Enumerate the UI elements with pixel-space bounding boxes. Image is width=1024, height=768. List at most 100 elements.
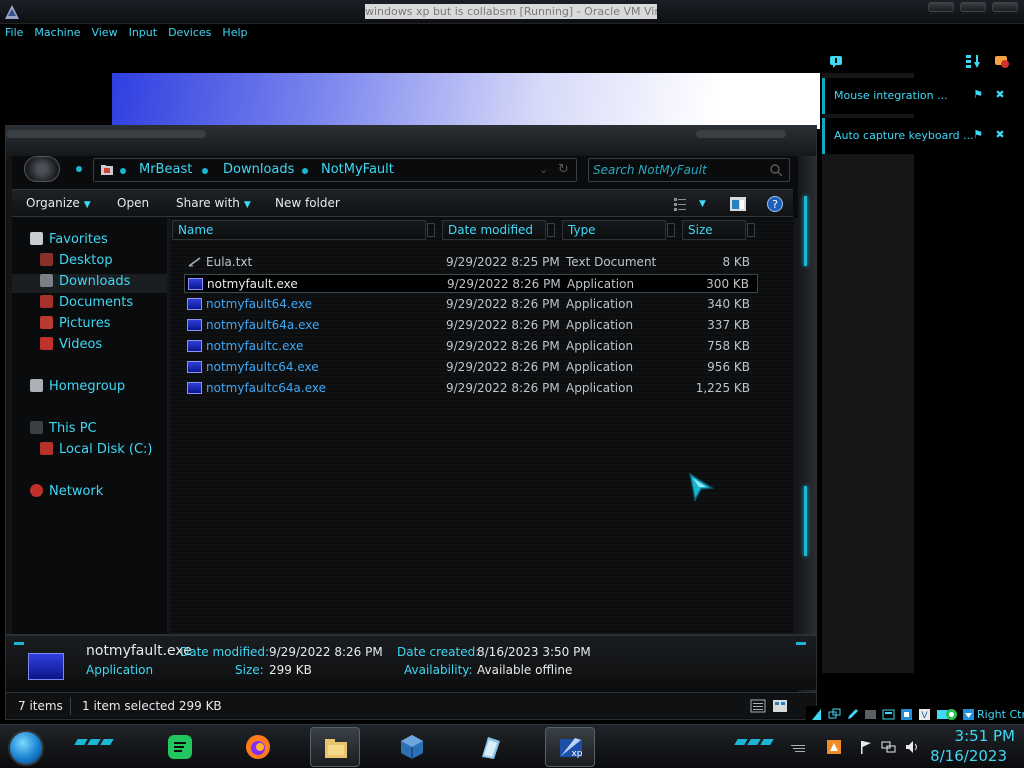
app-tray-icon[interactable] [826,739,842,755]
nav-documents[interactable]: Documents [40,295,133,314]
address-dropdown-icon[interactable]: ⌄ [539,163,548,176]
host-key-icon[interactable] [962,708,975,721]
computer-icon [30,421,43,434]
file-row[interactable]: notmyfaultc64.exe 9/29/2022 8:26 PM Appl… [184,358,758,377]
close-button[interactable] [992,2,1018,12]
nav-homegroup[interactable]: Homegroup [30,379,125,398]
column-header-name[interactable]: Name [172,220,435,240]
taskbar-spotify-button[interactable] [155,727,205,767]
network-status-icon[interactable] [880,739,896,755]
large-icons-view-icon[interactable] [772,698,788,714]
show-hidden-icons-icon[interactable] [790,739,806,755]
search-input[interactable] [593,162,763,178]
message-info-icon[interactable] [828,54,844,70]
file-name: notmyfaultc64.exe [206,360,319,374]
mouse-cursor-icon [688,472,714,502]
file-row-selected[interactable]: notmyfault.exe 9/29/2022 8:26 PM Applica… [184,274,758,293]
clock-date[interactable]: 8/16/2023 [925,747,1007,765]
command-bar: Organize ▼ Open Share with ▼ New folder ▼ … [12,189,793,217]
mouse-pointer-icon[interactable] [810,708,823,721]
breadcrumb-downloads[interactable]: Downloads [223,162,294,177]
notification-auto-capture[interactable]: Auto capture keyboard ... ⚑ ✖ [822,118,1022,154]
clock-time[interactable]: 3:51 PM [935,727,1015,745]
nav-videos[interactable]: Videos [40,337,102,356]
address-bar[interactable]: MrBeast Downloads NotMyFault ⌄ ↻ [93,158,577,182]
nav-downloads[interactable]: Downloads [12,274,167,293]
firefox-icon [246,735,270,759]
menu-view[interactable]: View [91,24,117,42]
start-button[interactable] [8,730,44,766]
new-folder-button[interactable]: New folder [275,196,340,210]
menu-machine[interactable]: Machine [34,24,80,42]
taskbar-explorer-button[interactable] [310,727,360,767]
host-menubar: File Machine View Input Devices Help [0,24,1024,42]
notification-label: Mouse integration ... [834,89,948,102]
file-row[interactable]: Eula.txt 9/29/2022 8:25 PM Text Document… [184,253,758,272]
help-icon[interactable]: ? [766,195,784,213]
nav-network[interactable]: Network [30,484,103,503]
column-header-size[interactable]: Size [682,220,755,240]
minimize-button[interactable] [928,2,954,12]
nav-this-pc[interactable]: This PC [30,421,97,440]
volume-icon[interactable] [904,739,920,755]
nav-favorites[interactable]: Favorites [30,232,108,251]
displays-icon[interactable] [828,708,841,721]
nav-local-disk[interactable]: Local Disk (C:) [40,442,152,461]
nav-pictures[interactable]: Pictures [40,316,110,335]
sort-down-icon[interactable] [965,53,981,69]
file-type: Application [566,381,634,395]
column-header-type[interactable]: Type [562,220,675,240]
recent-pages-dot[interactable] [76,166,82,172]
menu-help[interactable]: Help [222,24,247,42]
notification-close-icon[interactable]: ✖ [993,128,1007,142]
explorer-window: MrBeast Downloads NotMyFault ⌄ ↻ Organiz… [5,125,817,720]
notification-pin-icon[interactable]: ⚑ [971,128,985,142]
breadcrumb-mrbeast[interactable]: MrBeast [139,162,192,177]
homegroup-icon [30,379,43,392]
menu-input[interactable]: Input [129,24,157,42]
svg-text:V: V [921,711,928,721]
file-row[interactable]: notmyfaultc.exe 9/29/2022 8:26 PM Applic… [184,337,758,356]
organize-button[interactable]: Organize ▼ [26,196,91,210]
window-frame-top [6,126,816,156]
notification-mouse-integration[interactable]: Mouse integration ... ⚑ ✖ [822,78,1022,114]
refresh-icon[interactable]: ↻ [558,162,569,177]
search-icon[interactable] [769,163,783,177]
network-adapter-icon[interactable] [900,708,913,721]
notification-settings-icon[interactable] [994,53,1010,69]
taskbar-paint-button[interactable] [465,727,515,767]
host-window-title: windows xp but is collabsm [Running] - O… [365,4,657,19]
taskbar-vm-window-button[interactable]: xp [545,727,595,767]
column-header-date-modified[interactable]: Date modified [442,220,555,240]
action-center-flag-icon[interactable] [858,739,874,755]
notification-pin-icon[interactable]: ⚑ [971,88,985,102]
file-row[interactable]: notmyfault64.exe 9/29/2022 8:26 PM Appli… [184,295,758,314]
preview-pane-icon[interactable] [729,195,747,213]
menu-devices[interactable]: Devices [168,24,211,42]
file-row[interactable]: notmyfaultc64a.exe 9/29/2022 8:26 PM App… [184,379,758,398]
details-view-icon[interactable] [750,698,766,714]
nav-desktop[interactable]: Desktop [40,253,113,272]
optical-drive-icon[interactable] [882,708,895,721]
view-dropdown-icon[interactable]: ▼ [699,195,706,209]
breadcrumb-notmyfault[interactable]: NotMyFault [321,162,394,177]
back-forward-orb[interactable] [24,156,60,182]
status-bar: 7 items 1 item selected 299 KB [6,692,816,718]
notification-close-icon[interactable]: ✖ [993,88,1007,102]
application-icon [187,340,202,352]
menu-file[interactable]: File [5,24,23,42]
share-with-button[interactable]: Share with ▼ [176,196,251,210]
notification-label: Auto capture keyboard ... [834,129,974,142]
open-button[interactable]: Open [117,196,149,210]
search-box[interactable] [588,158,790,182]
usb-icon[interactable]: V [918,708,931,721]
file-row[interactable]: notmyfault64a.exe 9/29/2022 8:26 PM Appl… [184,316,758,335]
taskbar-firefox-button[interactable] [233,727,283,767]
recording-icon[interactable] [945,708,958,721]
hard-disk-icon[interactable] [864,708,877,721]
taskbar-virtualbox-button[interactable] [387,727,437,767]
pencil-icon[interactable] [846,708,859,721]
spotify-icon [168,735,192,759]
maximize-button[interactable] [960,2,986,12]
view-options-icon[interactable] [672,195,690,213]
